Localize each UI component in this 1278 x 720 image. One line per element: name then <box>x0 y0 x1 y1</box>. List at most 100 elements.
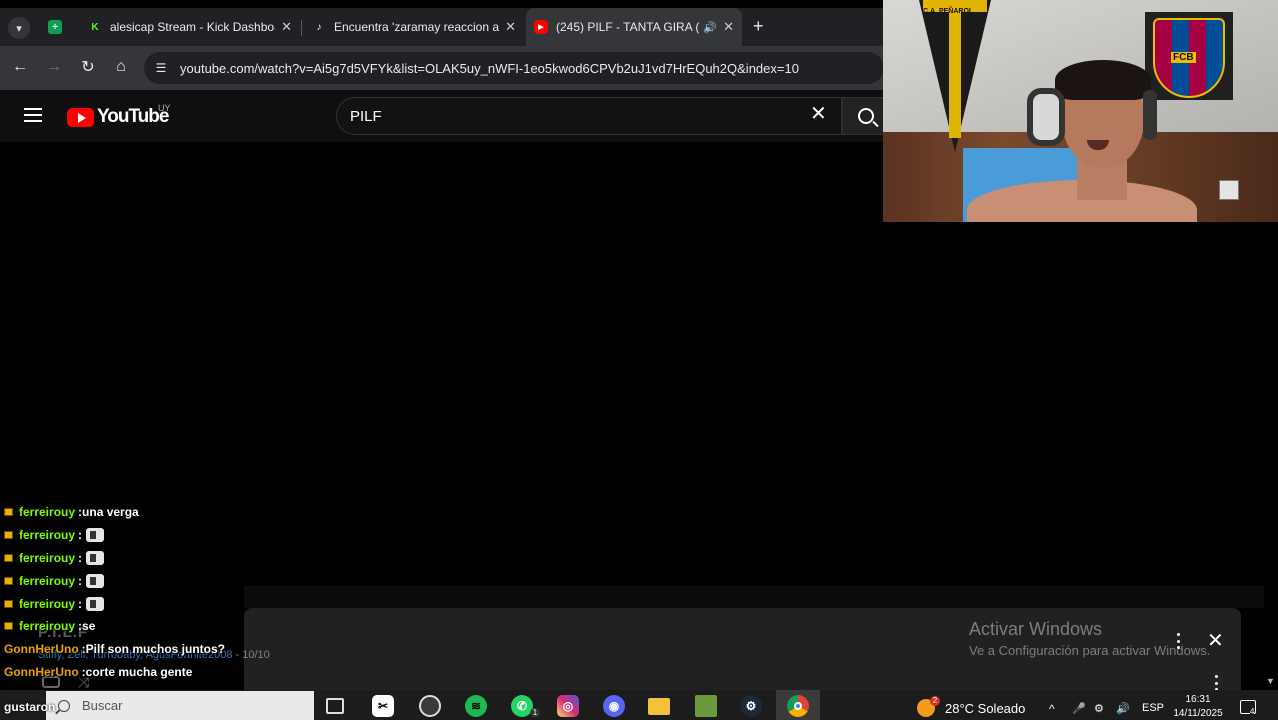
weather-text[interactable]: 28°C Soleado <box>945 701 1025 716</box>
menu-icon[interactable] <box>24 108 42 122</box>
reload-button[interactable]: ↻ <box>77 56 99 78</box>
discord-icon[interactable]: ◉ <box>603 695 625 717</box>
forward-button[interactable]: → <box>43 56 65 78</box>
chat-username[interactable]: ferreirouy <box>19 528 75 542</box>
stream-chat-overlay: ferreirouy: una verga ferreirouy: ferreir… <box>4 501 244 706</box>
chat-message: ferreirouy: <box>4 547 244 570</box>
chat-text: corte mucha gente <box>85 664 193 679</box>
capcut-icon[interactable]: ✂ <box>372 695 394 717</box>
chat-separator: : <box>78 528 83 543</box>
scroll-down-icon[interactable]: ▼ <box>1266 676 1275 686</box>
close-tab-icon[interactable]: ✕ <box>505 19 516 35</box>
headset-icon <box>1027 88 1065 146</box>
tab-title: Encuentra 'zaramay reaccion a pilf' <box>334 20 500 34</box>
tab-search-button[interactable]: ▾ <box>8 17 30 39</box>
rubiks-cube <box>1219 180 1239 200</box>
close-tab-icon[interactable]: ✕ <box>281 19 292 35</box>
subscriber-badge-icon <box>4 553 13 562</box>
microphone-icon[interactable]: 🎤 <box>1072 702 1086 715</box>
search-query: PILF <box>350 108 382 125</box>
taskbar-search-placeholder: Buscar <box>82 698 123 713</box>
steam-icon[interactable]: ⚙ <box>740 695 762 717</box>
reload-icon: ↻ <box>81 59 95 76</box>
chat-separator: : <box>78 596 83 611</box>
chat-overflow-text: gustaron <box>4 700 56 714</box>
volume-icon[interactable]: 🔊 <box>1116 702 1130 715</box>
file-explorer-icon[interactable] <box>648 698 670 715</box>
clock-time: 16:31 <box>1185 694 1211 705</box>
chat-username[interactable]: GonnHerUno <box>4 642 79 656</box>
clock-date: 14/11/2025 <box>1173 708 1223 719</box>
plus-icon: + <box>753 16 764 36</box>
chat-message: ferreirouy: se <box>4 615 244 638</box>
playlist-position: 10/10 <box>242 649 270 661</box>
taskbar-search[interactable]: Buscar <box>46 691 314 720</box>
search-icon <box>58 699 70 712</box>
video-bottom-bar <box>244 586 1264 608</box>
chat-username[interactable]: ferreirouy <box>19 597 75 611</box>
subscriber-badge-icon <box>4 576 13 585</box>
region-code: UY <box>158 103 171 113</box>
chat-separator: : <box>78 573 83 588</box>
address-bar[interactable]: ☰ youtube.com/watch?v=Ai5g7d5VFYk&list=O… <box>144 52 884 84</box>
search-icon <box>858 108 874 124</box>
close-playlist-icon[interactable]: ✕ <box>1207 630 1224 652</box>
chrome-icon[interactable] <box>787 695 809 717</box>
task-view-icon[interactable] <box>326 698 344 714</box>
chat-emote-icon <box>86 596 105 611</box>
speaker-icon[interactable]: 🔊 <box>703 21 717 34</box>
tab-youtube[interactable]: ▶ (245) PILF - TANTA GIRA (Video Oficial… <box>526 8 742 46</box>
more-options-icon[interactable] <box>1174 633 1182 649</box>
chat-emote-icon <box>86 550 105 565</box>
clear-search-icon[interactable]: ✕ <box>810 104 827 124</box>
subscriber-badge-icon <box>4 599 13 608</box>
chat-emote-icon <box>86 528 105 543</box>
notification-count: 4 <box>1250 707 1255 716</box>
back-button[interactable]: ← <box>9 56 31 78</box>
chat-username[interactable]: ferreirouy <box>19 505 75 519</box>
tab-divider <box>301 20 302 36</box>
more-actions-icon[interactable] <box>1212 675 1220 691</box>
chat-text: se <box>82 619 96 634</box>
chat-username[interactable]: ferreirouy <box>19 551 75 565</box>
youtube-search-input[interactable]: PILF <box>336 97 842 135</box>
taskbar-clock[interactable]: 16:31 14/11/2025 <box>1170 693 1226 720</box>
spotify-icon[interactable]: ≋ <box>465 695 487 717</box>
minecraft-icon[interactable] <box>695 695 717 717</box>
pinned-tab-sheets[interactable]: + <box>40 8 74 46</box>
pennant-text: C.A. PEÑAROL <box>923 8 974 15</box>
screen: ▾ + K alesicap Stream - Kick Dashboard ✕… <box>0 0 1278 720</box>
tab-kick[interactable]: K alesicap Stream - Kick Dashboard ✕ <box>80 8 300 46</box>
chevron-down-icon: ▾ <box>16 22 22 35</box>
language-indicator[interactable]: ESP <box>1142 702 1164 714</box>
instagram-icon[interactable]: ◎ <box>557 695 579 717</box>
webcam-overlay: C.A. PEÑAROL FCB <box>883 0 1278 222</box>
chat-text: una verga <box>82 505 139 520</box>
chat-emote-icon <box>86 573 105 588</box>
steam-tray-icon[interactable]: ⚙ <box>1094 702 1104 715</box>
chat-message: ferreirouy: una verga <box>4 501 244 524</box>
chat-message: ferreirouy: <box>4 569 244 592</box>
site-info-icon[interactable]: ☰ <box>150 57 172 79</box>
tab-tiktok[interactable]: ♪ Encuentra 'zaramay reaccion a pilf' ✕ <box>304 8 524 46</box>
close-tab-icon[interactable]: ✕ <box>723 19 734 35</box>
streamer-hair <box>1055 60 1151 100</box>
tiktok-icon: ♪ <box>316 21 322 33</box>
youtube-play-icon <box>67 107 94 127</box>
chevron-up-icon[interactable]: ^ <box>1049 702 1055 716</box>
whatsapp-badge: 1 <box>530 708 540 718</box>
windows-taskbar: Buscar ✂ ≋ ✆ 1 ◎ ◉ ⚙ <box>0 690 1278 720</box>
subscriber-badge-icon <box>4 531 13 540</box>
youtube-logo[interactable]: YouTube <box>67 106 169 128</box>
chat-username[interactable]: GonnHerUno <box>4 665 79 679</box>
chat-separator: : <box>78 550 83 565</box>
chat-username[interactable]: ferreirouy <box>19 574 75 588</box>
obs-icon[interactable] <box>419 695 441 717</box>
chat-username[interactable]: ferreirouy <box>19 619 75 633</box>
chat-message: GonnHerUno: corte mucha gente <box>4 661 244 684</box>
activate-windows-title: Activar Windows <box>969 619 1103 639</box>
home-button[interactable]: ⌂ <box>110 56 132 78</box>
url-text[interactable]: youtube.com/watch?v=Ai5g7d5VFYk&list=OLA… <box>180 61 799 76</box>
arrow-right-icon: → <box>46 58 62 75</box>
new-tab-button[interactable]: + <box>753 16 764 37</box>
